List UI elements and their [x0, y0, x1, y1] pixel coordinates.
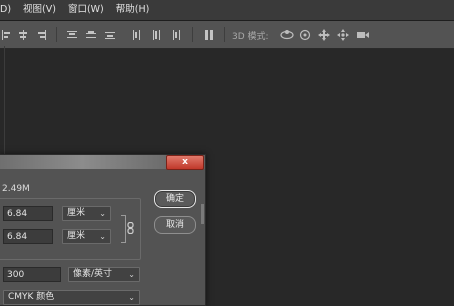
- ok-button[interactable]: 确定: [154, 190, 196, 208]
- menu-item-window[interactable]: 窗口(W): [62, 0, 110, 20]
- distribute-vertical-centers-icon[interactable]: [85, 29, 96, 40]
- align-left-edges-icon[interactable]: [1, 29, 12, 40]
- distribute-right-edges-icon[interactable]: [170, 29, 181, 40]
- distribute-left-edges-icon[interactable]: [131, 29, 142, 40]
- 3d-slide-icon[interactable]: [337, 28, 349, 41]
- options-bar: 3D 模式:: [0, 21, 454, 49]
- chevron-down-icon: ⌄: [99, 209, 106, 218]
- resolution-input[interactable]: 300: [3, 267, 61, 282]
- close-button[interactable]: x: [166, 155, 204, 170]
- cancel-button[interactable]: 取消: [154, 216, 196, 234]
- menu-bar: D) 视图(V) 窗口(W) 帮助(H): [0, 0, 454, 21]
- toolbar-separator: [192, 27, 193, 42]
- height-unit-value: 厘米: [67, 231, 86, 241]
- 3d-mode-label: 3D 模式:: [232, 32, 269, 42]
- image-size-label: 2.49M: [2, 184, 30, 194]
- color-mode-value: CMYK 颜色: [8, 292, 55, 302]
- menu-item-partial[interactable]: D): [0, 0, 17, 20]
- distribute-horizontal-centers-icon[interactable]: [150, 29, 161, 40]
- scrollbar-thumb[interactable]: [201, 204, 204, 224]
- align-horizontal-centers-icon[interactable]: [17, 29, 28, 40]
- resolution-unit-value: 像素/英寸: [73, 269, 113, 279]
- height-input[interactable]: 6.84: [3, 229, 53, 244]
- distribute-top-edges-icon[interactable]: [66, 29, 77, 40]
- image-size-dialog: x 2.49M 6.84 厘米 ⌄ 6.84 厘米 ⌄ 300 像素/英寸 ⌄ …: [0, 154, 206, 306]
- 3d-roll-icon[interactable]: [299, 29, 311, 40]
- width-input[interactable]: 6.84: [3, 206, 53, 221]
- menu-item-view[interactable]: 视图(V): [17, 0, 62, 20]
- chain-link-icon[interactable]: [127, 221, 135, 237]
- close-icon: x: [182, 157, 188, 167]
- toolbar-separator: [56, 27, 57, 42]
- chevron-down-icon: ⌄: [128, 270, 135, 279]
- 3d-pan-icon[interactable]: [318, 28, 330, 41]
- distribute-bottom-edges-icon[interactable]: [104, 29, 115, 40]
- chevron-down-icon: ⌄: [128, 293, 135, 302]
- toolbar-separator: [224, 27, 225, 42]
- constrain-bracket: [121, 215, 126, 243]
- align-right-edges-icon[interactable]: [35, 29, 46, 40]
- resolution-unit-select[interactable]: 像素/英寸 ⌄: [68, 267, 140, 282]
- menu-item-help[interactable]: 帮助(H): [110, 0, 156, 20]
- width-unit-value: 厘米: [67, 208, 86, 218]
- auto-align-layers-icon[interactable]: [203, 29, 214, 40]
- height-unit-select[interactable]: 厘米 ⌄: [62, 229, 111, 244]
- width-unit-select[interactable]: 厘米 ⌄: [62, 206, 111, 221]
- 3d-orbit-icon[interactable]: [280, 29, 294, 40]
- 3d-scale-camera-icon[interactable]: [356, 29, 370, 40]
- color-mode-select[interactable]: CMYK 颜色 ⌄: [3, 290, 140, 305]
- chevron-down-icon: ⌄: [99, 232, 106, 241]
